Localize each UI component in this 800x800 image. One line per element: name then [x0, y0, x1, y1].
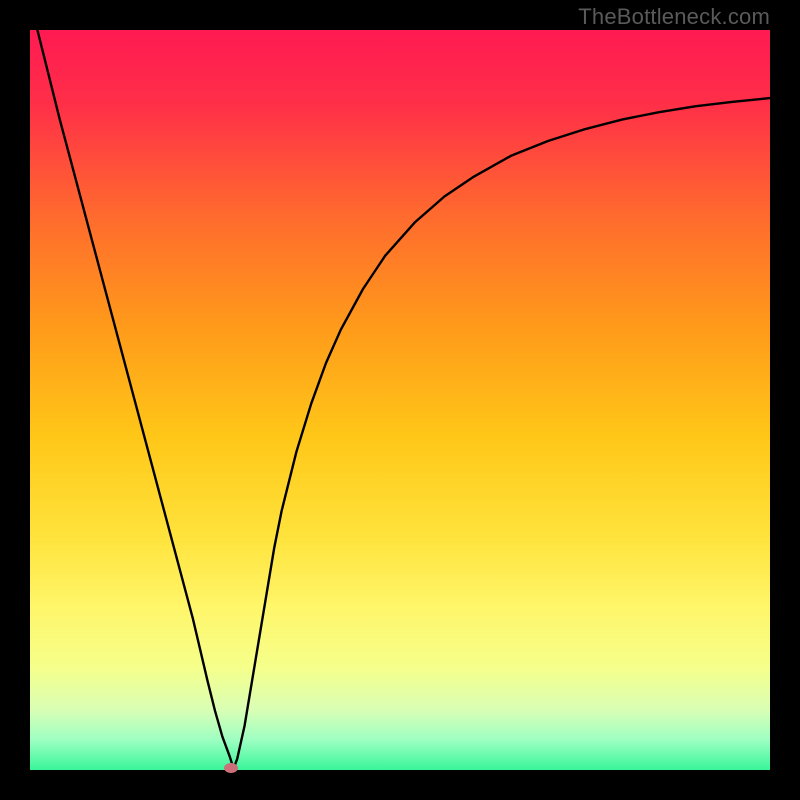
- plot-area: [30, 30, 770, 770]
- bottleneck-curve: [30, 30, 770, 770]
- watermark: TheBottleneck.com: [578, 4, 770, 30]
- minimum-marker: [224, 763, 238, 773]
- chart-frame: TheBottleneck.com: [0, 0, 800, 800]
